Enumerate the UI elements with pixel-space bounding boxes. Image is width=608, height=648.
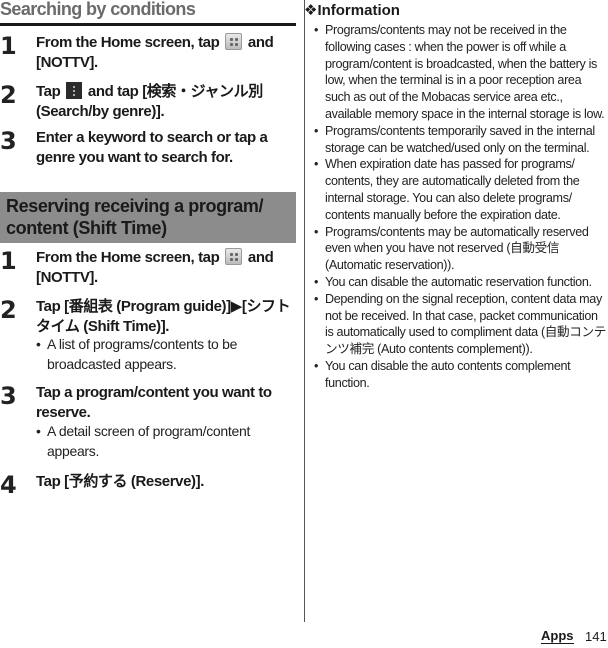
step-text-part: From the Home screen, tap: [36, 249, 224, 266]
step-number: 2: [0, 296, 17, 324]
information-item: • Depending on the signal reception, cont…: [312, 291, 608, 358]
information-text: When expiration date has passed for prog…: [325, 157, 580, 222]
information-item: • You can disable the automatic reservati…: [312, 274, 608, 291]
step-text: Enter a keyword to search or tap a genre…: [36, 129, 268, 166]
menu-icon: [66, 82, 83, 99]
section-rule: [0, 23, 296, 26]
information-item: • Programs/contents temporarily saved in …: [312, 123, 608, 157]
apps-icon: [225, 33, 243, 50]
information-text: Programs/contents temporarily saved in t…: [325, 123, 595, 155]
information-item: • You can disable the auto contents compl…: [312, 358, 608, 392]
footer-section-label: Apps: [541, 628, 574, 644]
bullet-dot: •: [314, 358, 319, 373]
column-divider: [304, 0, 305, 622]
information-item: • Programs/contents may be automatically …: [312, 224, 608, 274]
step-number: 2: [0, 81, 17, 109]
information-item: • When expiration date has passed for pro…: [312, 156, 608, 223]
page-number: 141: [585, 629, 607, 644]
step-text: From the Home screen, tap and [NOTTV].: [36, 33, 298, 73]
information-text: Programs/contents may be automatically r…: [325, 224, 589, 273]
information-text: You can disable the auto contents comple…: [325, 358, 571, 390]
left-column: Searching by conditions 1 From the Home …: [0, 0, 296, 498]
information-text: You can disable the automatic reservatio…: [325, 274, 592, 289]
step-note-text: A list of programs/contents to be broadc…: [47, 336, 238, 372]
information-heading: ❖Information: [304, 2, 400, 19]
step-text: Tap a program/content you want to reserv…: [36, 384, 272, 421]
bullet-dot: •: [314, 274, 319, 289]
step-text-part: Tap: [36, 83, 65, 100]
information-list: • Programs/contents may not be received i…: [312, 22, 608, 392]
step-note: • A detail screen of program/content app…: [36, 421, 296, 461]
information-text: Depending on the signal reception, conte…: [325, 291, 607, 357]
step-note-text: A detail screen of program/content appea…: [47, 423, 251, 459]
section-header-reserving: Reserving receiving a program/ content (…: [0, 192, 296, 243]
step-number: 3: [0, 382, 17, 410]
step-number: 1: [0, 247, 17, 275]
bullet-dot: •: [314, 23, 319, 37]
bullet-dot: •: [36, 423, 41, 439]
bullet-dot: •: [314, 224, 319, 239]
step-text: Tap [予約する (Reserve)].: [36, 473, 205, 490]
step-text-part: From the Home screen, tap: [36, 34, 224, 51]
step-text: Tap and tap [検索・ジャンル別 (Search/by genre)]…: [36, 82, 298, 122]
apps-icon: [225, 248, 243, 265]
section-title-reserving: Reserving receiving a program/ content (…: [6, 196, 264, 238]
step-text: From the Home screen, tap and [NOTTV].: [36, 248, 298, 288]
information-text: Programs/contents may not be received in…: [325, 23, 605, 121]
bullet-dot: •: [36, 336, 41, 352]
section-title-searching: Searching by conditions: [0, 0, 196, 19]
step-number: 1: [0, 32, 17, 60]
bullet-dot: •: [314, 157, 319, 172]
step-number: 4: [0, 471, 17, 499]
bullet-dot: •: [314, 123, 319, 138]
right-column: ❖Information • Programs/contents may not …: [304, 0, 608, 392]
step-note: • A list of programs/contents to be broa…: [36, 334, 296, 374]
information-item: • Programs/contents may not be received i…: [312, 22, 608, 123]
step-number: 3: [0, 127, 17, 155]
bullet-dot: •: [314, 291, 319, 306]
step-text: Tap [番組表 (Program guide)]▶[シフトタイム (Shift…: [36, 298, 291, 335]
